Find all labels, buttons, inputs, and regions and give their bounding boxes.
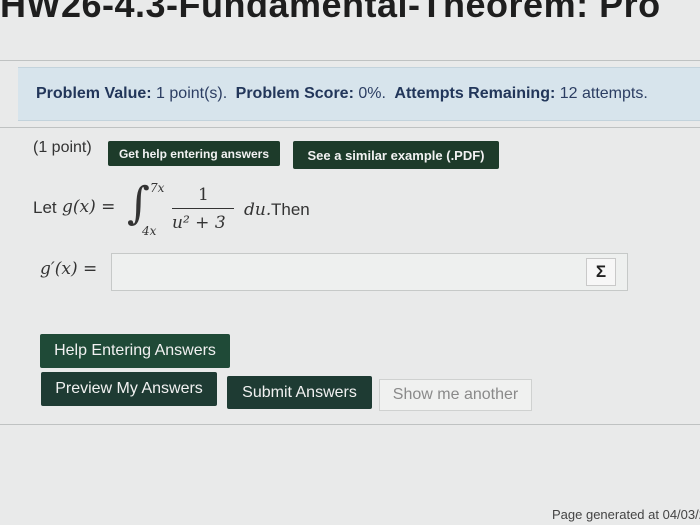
then-text: Then	[271, 200, 310, 219]
numerator: 1	[198, 185, 209, 205]
upper-limit: 7x	[150, 181, 165, 195]
problem-score-label: Problem Score:	[235, 85, 354, 102]
similar-example-button[interactable]: See a similar example (.PDF)	[293, 141, 499, 169]
divider	[0, 424, 700, 425]
integral-sign: ∫	[127, 178, 150, 229]
let-text: Let	[33, 198, 57, 217]
fraction-bar	[172, 208, 234, 209]
submit-answers-button[interactable]: Submit Answers	[227, 376, 372, 409]
denominator: u² + 3	[172, 213, 226, 233]
problem-value-label: Problem Value:	[36, 85, 152, 102]
answer-input[interactable]	[111, 253, 628, 291]
divider	[0, 60, 700, 61]
problem-info-box: Problem Value: 1 point(s). Problem Score…	[18, 67, 700, 121]
points-label: (1 point)	[33, 139, 92, 156]
g-of-x: g(x) =	[62, 197, 116, 217]
get-help-button[interactable]: Get help entering answers	[108, 141, 280, 166]
attempts-value: 12 attempts.	[559, 85, 648, 102]
gprime-label: g′(x) =	[40, 259, 98, 279]
page-title: HW26-4.3-Fundamental-Theorem: Pro	[0, 0, 661, 25]
sigma-equation-editor-button[interactable]: Σ	[586, 258, 616, 286]
lower-limit: 4x	[142, 224, 157, 238]
show-me-another-button[interactable]: Show me another	[379, 379, 532, 411]
problem-score: 0%.	[358, 85, 386, 102]
help-entering-answers-button[interactable]: Help Entering Answers	[40, 334, 230, 368]
problem-value: 1 point(s).	[156, 85, 228, 102]
divider	[0, 127, 700, 128]
page-generated-footer: Page generated at 04/03/20	[552, 507, 700, 522]
attempts-label: Attempts Remaining:	[394, 85, 556, 102]
du-text: du.	[244, 200, 272, 220]
preview-answers-button[interactable]: Preview My Answers	[41, 372, 217, 406]
